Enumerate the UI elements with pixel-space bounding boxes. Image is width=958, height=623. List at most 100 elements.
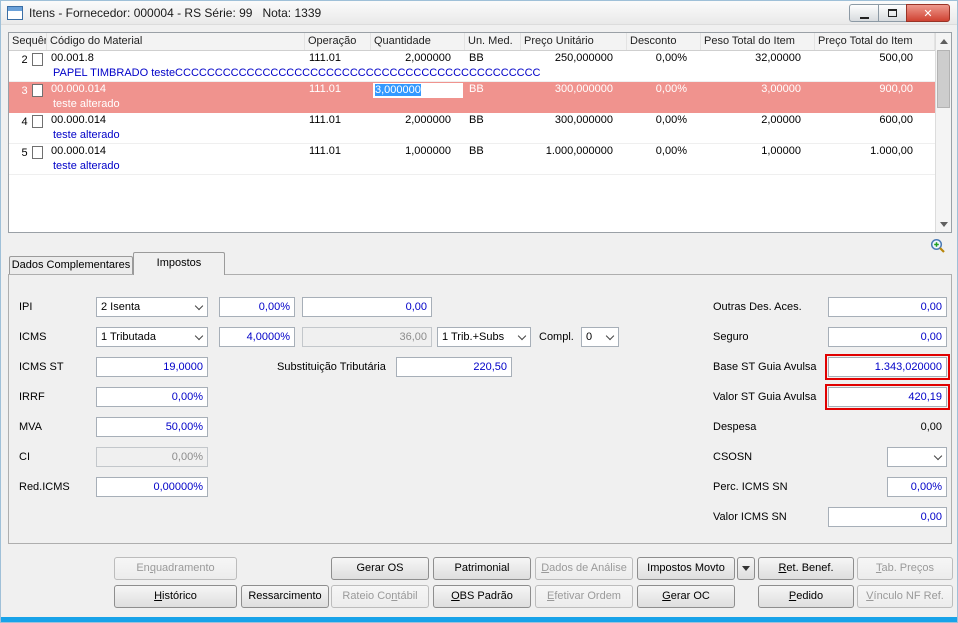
row-checkbox[interactable] [31, 146, 43, 159]
substituicao-tributaria-field[interactable]: 220,50 [396, 357, 512, 377]
row-checkbox[interactable] [31, 84, 43, 97]
dados-de-analise-button: Dados de Análise [535, 557, 633, 580]
window-title: Itens - Fornecedor: 000004 - RS Série: 9… [29, 5, 322, 20]
mva-label: MVA [19, 421, 43, 433]
button-label: Ret. Benef. [778, 562, 834, 574]
mva-field[interactable]: 50,00% [96, 417, 208, 437]
minimize-button[interactable] [849, 4, 878, 22]
gerar-os-button[interactable]: Gerar OS [331, 557, 429, 580]
col-header-desconto: Desconto [627, 33, 701, 50]
close-button[interactable]: ✕ [906, 4, 950, 22]
operacao-cell: 111.01 [309, 114, 342, 126]
icms-compl-select[interactable]: 0 [581, 327, 619, 347]
gerar-oc-button[interactable]: Gerar OC [637, 585, 735, 608]
pedido-button[interactable]: Pedido [758, 585, 854, 608]
scroll-up-icon [939, 38, 948, 44]
ipi-type-value: 2 Isenta [101, 301, 141, 313]
historico-button[interactable]: Histórico [114, 585, 237, 608]
perc-icms-sn-field[interactable]: 0,00% [887, 477, 947, 497]
table-row[interactable]: 4 00.000.014 111.01 2,000000 BB 300,0000… [9, 113, 935, 144]
tab-dados-complementares[interactable]: Dados Complementares [9, 256, 133, 274]
codigo-cell: 00.001.8 [51, 52, 94, 64]
col-header-preco-unitario: Preço Unitário [521, 33, 627, 50]
ipi-rate-field[interactable]: 0,00% [219, 297, 295, 317]
col-header-un-med: Un. Med. [465, 33, 521, 50]
maximize-button[interactable] [878, 4, 906, 22]
button-label: Ressarcimento [248, 590, 322, 602]
base-st-guia-avulsa-field[interactable]: 1.343,020000 [825, 354, 950, 380]
valor-st-guia-avulsa-label: Valor ST Guia Avulsa [713, 391, 817, 403]
impostos-movto-dropdown-button[interactable] [737, 557, 755, 580]
obs-padrao-button[interactable]: OBS Padrão [433, 585, 531, 608]
col-header-quantidade: Quantidade [371, 33, 465, 50]
window-icon [7, 5, 23, 20]
button-label: Vínculo NF Ref. [866, 590, 944, 602]
valor-icms-sn-field[interactable]: 0,00 [828, 507, 947, 527]
button-label: Rateio Contábil [342, 590, 418, 602]
desconto-cell: 0,00% [655, 83, 687, 95]
col-header-codigo-material: Código do Material [47, 33, 305, 50]
table-row-selected[interactable]: 3 00.000.014 111.01 3,000000 BB 300,0000… [9, 82, 935, 113]
csosn-select[interactable] [887, 447, 947, 467]
icms-st-field[interactable]: 19,0000 [96, 357, 208, 377]
zoom-icon[interactable] [929, 237, 947, 255]
sequence-number: 2 [21, 53, 28, 66]
ipi-value-field[interactable]: 0,00 [302, 297, 432, 317]
table-row[interactable]: 5 00.000.014 111.01 1,000000 BB 1.000,00… [9, 144, 935, 175]
preco-unitario-cell: 300,000000 [554, 83, 613, 95]
maximize-icon [888, 9, 897, 17]
icms-rate-field[interactable]: 4,0000% [219, 327, 295, 347]
impostos-movto-button[interactable]: Impostos Movto [637, 557, 735, 580]
desconto-cell: 0,00% [655, 52, 687, 64]
quantity-edit-field[interactable]: 3,000000 [373, 83, 463, 98]
scrollbar-thumb[interactable] [937, 50, 950, 108]
scroll-down-button[interactable] [936, 216, 951, 232]
table-row[interactable]: 2 00.001.8 111.01 2,000000 BB 250,000000… [9, 51, 935, 82]
scroll-down-icon [939, 221, 948, 227]
items-grid: Sequência Código do Material Operação Qu… [8, 32, 952, 233]
icms-trib-value: 1 Trib.+Subs [442, 331, 505, 343]
valor-st-guia-avulsa-field[interactable]: 420,19 [825, 384, 950, 410]
icms-type-select[interactable]: 1 Tributada [96, 327, 208, 347]
scroll-up-button[interactable] [936, 33, 951, 49]
grid-header: Sequência Código do Material Operação Qu… [9, 33, 935, 51]
sequence-cell: 2 [9, 52, 47, 67]
red-icms-field[interactable]: 0,00000% [96, 477, 208, 497]
seguro-field[interactable]: 0,00 [828, 327, 947, 347]
vertical-scrollbar[interactable] [935, 33, 951, 232]
selected-text: 3,000000 [375, 84, 421, 96]
button-label: Efetivar Ordem [547, 590, 621, 602]
quantidade-cell: 1,000000 [405, 145, 451, 157]
codigo-cell: 00.000.014 [51, 83, 107, 95]
preco-total-cell: 1.000,00 [870, 145, 913, 157]
patrimonial-button[interactable]: Patrimonial [433, 557, 531, 580]
button-label: OBS Padrão [451, 590, 513, 602]
quantidade-cell: 2,000000 [405, 52, 451, 64]
preco-total-cell: 500,00 [879, 52, 913, 64]
vinculo-nf-ref-button: Vínculo NF Ref. [857, 585, 953, 608]
sequence-cell: 4 [9, 114, 47, 129]
grid-body: 2 00.001.8 111.01 2,000000 BB 250,000000… [9, 51, 935, 232]
icms-type-value: 1 Tributada [101, 331, 157, 343]
ret-benef-button[interactable]: Ret. Benef. [758, 557, 854, 580]
ressarcimento-button[interactable]: Ressarcimento [241, 585, 329, 608]
ci-field: 0,00% [96, 447, 208, 467]
window-bottom-edge [1, 617, 957, 622]
tab-impostos[interactable]: Impostos [133, 252, 225, 275]
material-description: teste alterado [53, 129, 120, 141]
icms-trib-select[interactable]: 1 Trib.+Subs [437, 327, 531, 347]
icms-value-field: 36,00 [302, 327, 432, 347]
row-checkbox[interactable] [31, 115, 43, 128]
preco-unitario-cell: 250,000000 [554, 52, 613, 64]
sequence-cell: 3 [9, 83, 47, 98]
peso-total-cell: 32,00000 [755, 52, 801, 64]
col-header-peso-total: Peso Total do Item [701, 33, 815, 50]
valor-icms-sn-label: Valor ICMS SN [713, 511, 787, 523]
irrf-field[interactable]: 0,00% [96, 387, 208, 407]
outras-des-aces-field[interactable]: 0,00 [828, 297, 947, 317]
unidade-cell: BB [469, 114, 484, 126]
ipi-type-select[interactable]: 2 Isenta [96, 297, 208, 317]
row-checkbox[interactable] [31, 53, 43, 66]
chevron-down-icon [742, 566, 750, 571]
unidade-cell: BB [469, 145, 484, 157]
